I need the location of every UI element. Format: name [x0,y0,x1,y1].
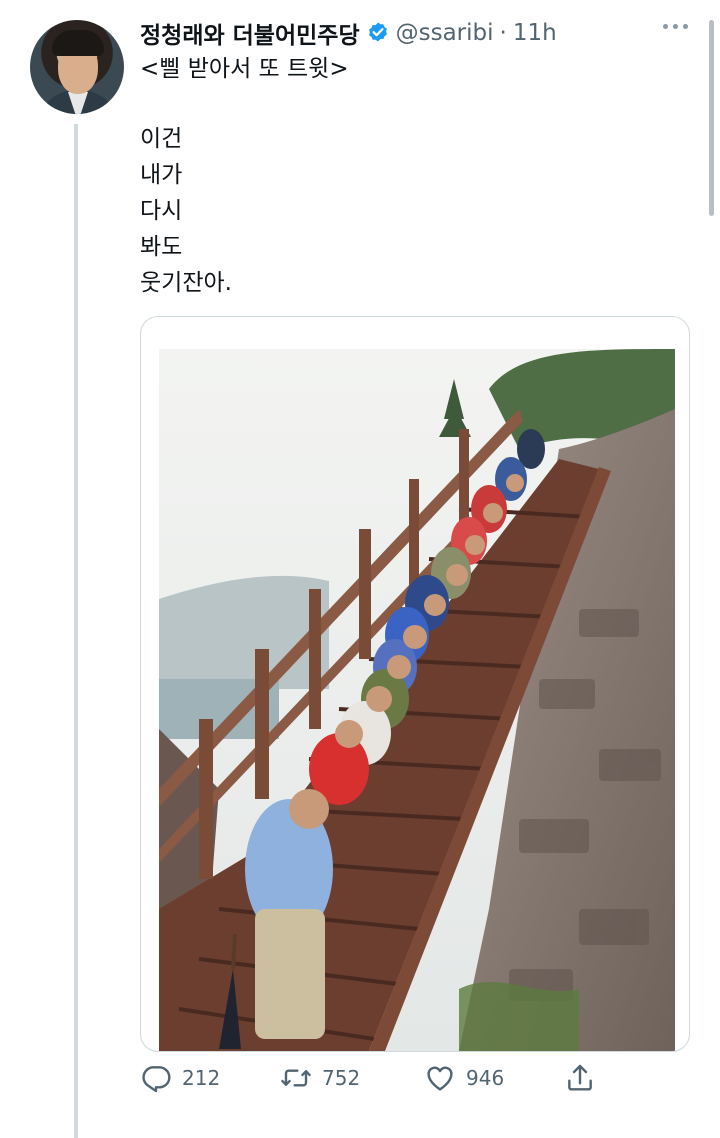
share-button[interactable] [564,1062,596,1094]
photo-people-on-stairs[interactable] [159,349,675,1051]
tweet-text-line: 웃기잔아. [140,270,232,296]
thread-line [74,124,78,1138]
retweet-icon [281,1069,311,1087]
like-count: 946 [466,1066,505,1090]
separator-dot: · [499,20,507,46]
timestamp[interactable]: 11h [513,20,557,46]
tweet-page: 정청래와 더불어민주당 @ssaribi · 11h <삘 받아서 또 트윗> … [0,0,720,1138]
avatar-hair [52,30,104,56]
share-icon [568,1064,592,1091]
handle[interactable]: @ssaribi [396,20,494,46]
retweet-button[interactable]: 752 [280,1062,360,1094]
verified-badge-icon [368,22,387,42]
avatar[interactable] [30,20,124,114]
reply-button[interactable]: 212 [140,1062,220,1094]
scrollbar[interactable] [709,20,714,216]
tweet-media[interactable] [140,316,690,1052]
tweet-header: 정청래와 더불어민주당 @ssaribi · 11h [140,16,557,50]
tweet-text-line: 내가 [140,162,183,188]
retweet-count: 752 [322,1066,361,1090]
more-dot [663,24,668,29]
like-icon [427,1066,453,1091]
reply-icon [142,1066,171,1093]
tweet-text-line: 이건 [140,126,183,152]
more-icon[interactable] [663,24,688,29]
tweet-text-line: 봐도 [140,234,183,260]
display-name[interactable]: 정청래와 더불어민주당 [140,16,360,50]
more-dot [673,24,678,29]
like-button[interactable]: 946 [424,1062,504,1094]
reply-count: 212 [182,1066,221,1090]
tweet-actions: 212 752 946 [140,1062,610,1102]
more-dot [683,24,688,29]
tweet-text-line: <삘 받아서 또 트윗> [140,56,349,82]
tweet-text-line: 다시 [140,198,183,224]
